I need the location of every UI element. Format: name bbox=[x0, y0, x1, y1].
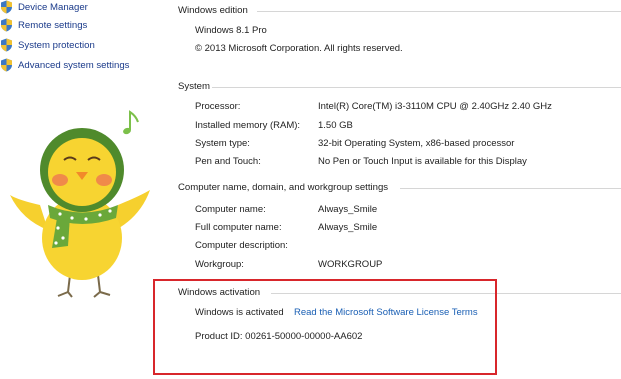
shield-icon bbox=[1, 18, 12, 32]
bird-mascot-illustration bbox=[10, 110, 150, 298]
workgroup-label: Workgroup: bbox=[195, 259, 244, 270]
section-divider bbox=[257, 11, 621, 12]
copyright-text: © 2013 Microsoft Corporation. All rights… bbox=[195, 43, 403, 54]
sidebar-item-label: Device Manager bbox=[18, 1, 88, 13]
memory-value: 1.50 GB bbox=[318, 120, 353, 131]
processor-value: Intel(R) Core(TM) i3-3110M CPU @ 2.40GHz… bbox=[318, 101, 552, 112]
section-title-windows-edition: Windows edition bbox=[178, 5, 248, 16]
memory-label: Installed memory (RAM): bbox=[195, 120, 301, 131]
section-divider bbox=[400, 188, 621, 189]
pen-touch-label: Pen and Touch: bbox=[195, 156, 261, 167]
sidebar-item-label: Advanced system settings bbox=[18, 59, 130, 71]
sidebar-item-label: System protection bbox=[18, 39, 95, 51]
music-note-icon bbox=[123, 110, 139, 135]
shield-icon bbox=[1, 58, 12, 72]
section-title-computer-name: Computer name, domain, and workgroup set… bbox=[178, 182, 389, 193]
highlight-box bbox=[153, 279, 497, 375]
computer-description-label: Computer description: bbox=[195, 240, 288, 251]
sidebar-item-label: Remote settings bbox=[18, 19, 88, 31]
computer-name-label: Computer name: bbox=[195, 204, 266, 215]
processor-label: Processor: bbox=[195, 101, 241, 112]
system-type-label: System type: bbox=[195, 138, 250, 149]
full-computer-name-value: Always_Smile bbox=[318, 222, 378, 233]
sidebar-item-device-manager[interactable]: Device Manager bbox=[0, 0, 88, 15]
workgroup-value: WORKGROUP bbox=[318, 259, 383, 270]
sidebar-item-system-protection[interactable]: System protection bbox=[0, 37, 95, 53]
sidebar-item-advanced-system-settings[interactable]: Advanced system settings bbox=[0, 57, 129, 73]
system-type-value: 32-bit Operating System, x86-based proce… bbox=[318, 138, 515, 149]
computer-name-value: Always_Smile bbox=[318, 204, 378, 215]
section-title-system: System bbox=[178, 81, 210, 92]
shield-icon bbox=[1, 0, 12, 14]
windows-edition-value: Windows 8.1 Pro bbox=[195, 25, 267, 36]
pen-touch-value: No Pen or Touch Input is available for t… bbox=[318, 156, 527, 167]
section-divider bbox=[212, 87, 621, 88]
shield-icon bbox=[1, 38, 12, 52]
full-computer-name-label: Full computer name: bbox=[195, 222, 282, 233]
sidebar-item-remote-settings[interactable]: Remote settings bbox=[0, 17, 87, 33]
